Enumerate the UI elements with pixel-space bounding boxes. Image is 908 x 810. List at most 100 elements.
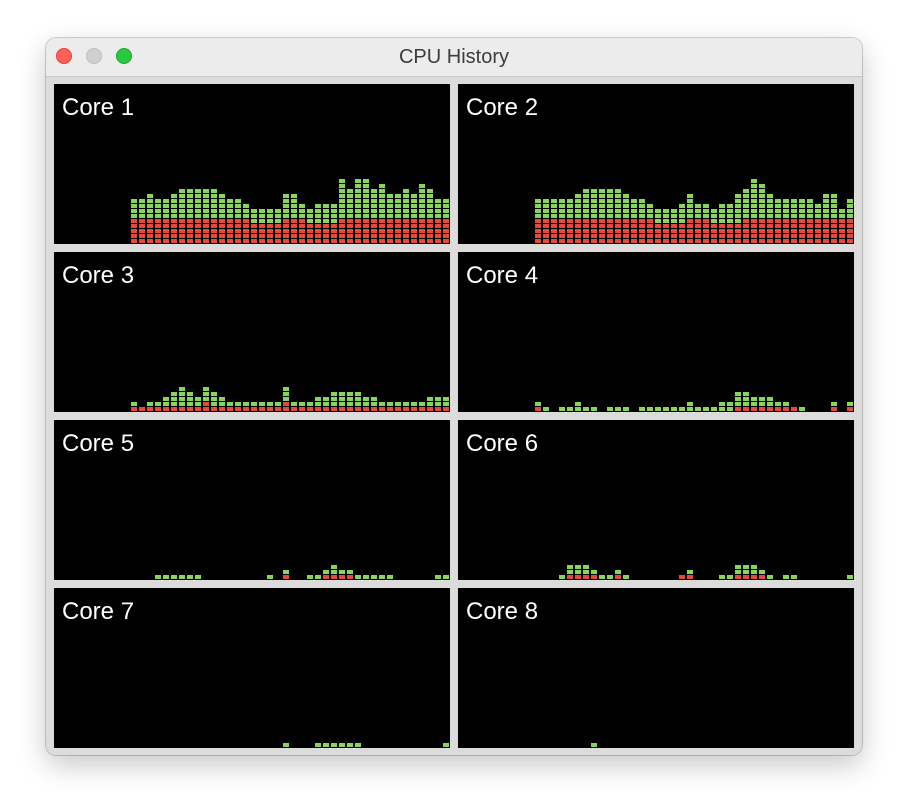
user-load-cell [783, 214, 789, 218]
core-8-history-graph [591, 743, 597, 747]
system-load-cell [243, 234, 249, 238]
system-load-cell [823, 229, 829, 233]
user-load-cell [615, 214, 621, 218]
user-load-cell [623, 199, 629, 203]
user-load-cell [591, 194, 597, 198]
user-load-cell [419, 204, 425, 208]
system-load-cell [219, 407, 225, 411]
user-load-cell [171, 575, 177, 579]
system-load-cell [203, 407, 209, 411]
user-load-cell [139, 204, 145, 208]
system-load-cell [559, 229, 565, 233]
user-load-cell [419, 189, 425, 193]
user-load-cell [203, 204, 209, 208]
user-load-cell [671, 407, 677, 411]
user-load-cell [259, 214, 265, 218]
system-load-cell [703, 219, 709, 223]
user-load-cell [315, 219, 321, 223]
system-load-cell [235, 229, 241, 233]
user-load-cell [831, 402, 837, 406]
user-load-cell [735, 570, 741, 574]
user-load-cell [283, 209, 289, 213]
system-load-cell [535, 239, 541, 243]
user-load-cell [543, 214, 549, 218]
system-load-cell [815, 219, 821, 223]
system-load-cell [607, 224, 613, 228]
user-load-cell [567, 565, 573, 569]
user-load-cell [687, 407, 693, 411]
system-load-cell [567, 239, 573, 243]
system-load-cell [671, 234, 677, 238]
user-load-cell [767, 209, 773, 213]
user-load-cell [315, 204, 321, 208]
user-load-cell [347, 194, 353, 198]
system-load-cell [155, 407, 161, 411]
system-load-cell [591, 224, 597, 228]
system-load-cell [131, 234, 137, 238]
user-load-cell [371, 199, 377, 203]
system-load-cell [695, 234, 701, 238]
system-load-cell [163, 239, 169, 243]
system-load-cell [371, 407, 377, 411]
system-load-cell [131, 224, 137, 228]
user-load-cell [283, 743, 289, 747]
system-load-cell [767, 229, 773, 233]
system-load-cell [323, 234, 329, 238]
user-load-cell [163, 214, 169, 218]
core-3-panel: Core 3 [54, 252, 450, 412]
system-load-cell [411, 234, 417, 238]
user-load-cell [411, 199, 417, 203]
user-load-cell [607, 575, 613, 579]
system-load-cell [347, 224, 353, 228]
user-load-cell [831, 194, 837, 198]
system-load-cell [743, 234, 749, 238]
system-load-cell [307, 224, 313, 228]
user-load-cell [347, 743, 353, 747]
system-load-cell [775, 224, 781, 228]
user-load-cell [243, 209, 249, 213]
system-load-cell [355, 224, 361, 228]
system-load-cell [291, 407, 297, 411]
user-load-cell [139, 209, 145, 213]
user-load-cell [743, 204, 749, 208]
system-load-cell [307, 239, 313, 243]
user-load-cell [727, 575, 733, 579]
user-load-cell [743, 565, 749, 569]
user-load-cell [371, 204, 377, 208]
user-load-cell [543, 204, 549, 208]
user-load-cell [775, 209, 781, 213]
user-load-cell [211, 194, 217, 198]
system-load-cell [799, 239, 805, 243]
user-load-cell [583, 209, 589, 213]
system-load-cell [291, 219, 297, 223]
system-load-cell [575, 219, 581, 223]
user-load-cell [395, 194, 401, 198]
system-load-cell [363, 224, 369, 228]
user-load-cell [615, 204, 621, 208]
user-load-cell [379, 575, 385, 579]
user-load-cell [171, 397, 177, 401]
user-load-cell [323, 397, 329, 401]
system-load-cell [687, 224, 693, 228]
system-load-cell [411, 407, 417, 411]
user-load-cell [131, 199, 137, 203]
user-load-cell [567, 570, 573, 574]
user-load-cell [227, 214, 233, 218]
user-load-cell [371, 194, 377, 198]
system-load-cell [291, 239, 297, 243]
user-load-cell [427, 189, 433, 193]
user-load-cell [443, 199, 449, 203]
user-load-cell [235, 402, 241, 406]
system-load-cell [379, 224, 385, 228]
system-load-cell [591, 234, 597, 238]
title-bar[interactable]: CPU History [46, 38, 862, 77]
system-load-cell [623, 219, 629, 223]
user-load-cell [751, 194, 757, 198]
system-load-cell [195, 239, 201, 243]
user-load-cell [783, 209, 789, 213]
user-load-cell [583, 204, 589, 208]
system-load-cell [235, 239, 241, 243]
system-load-cell [591, 219, 597, 223]
system-load-cell [211, 219, 217, 223]
system-load-cell [575, 224, 581, 228]
